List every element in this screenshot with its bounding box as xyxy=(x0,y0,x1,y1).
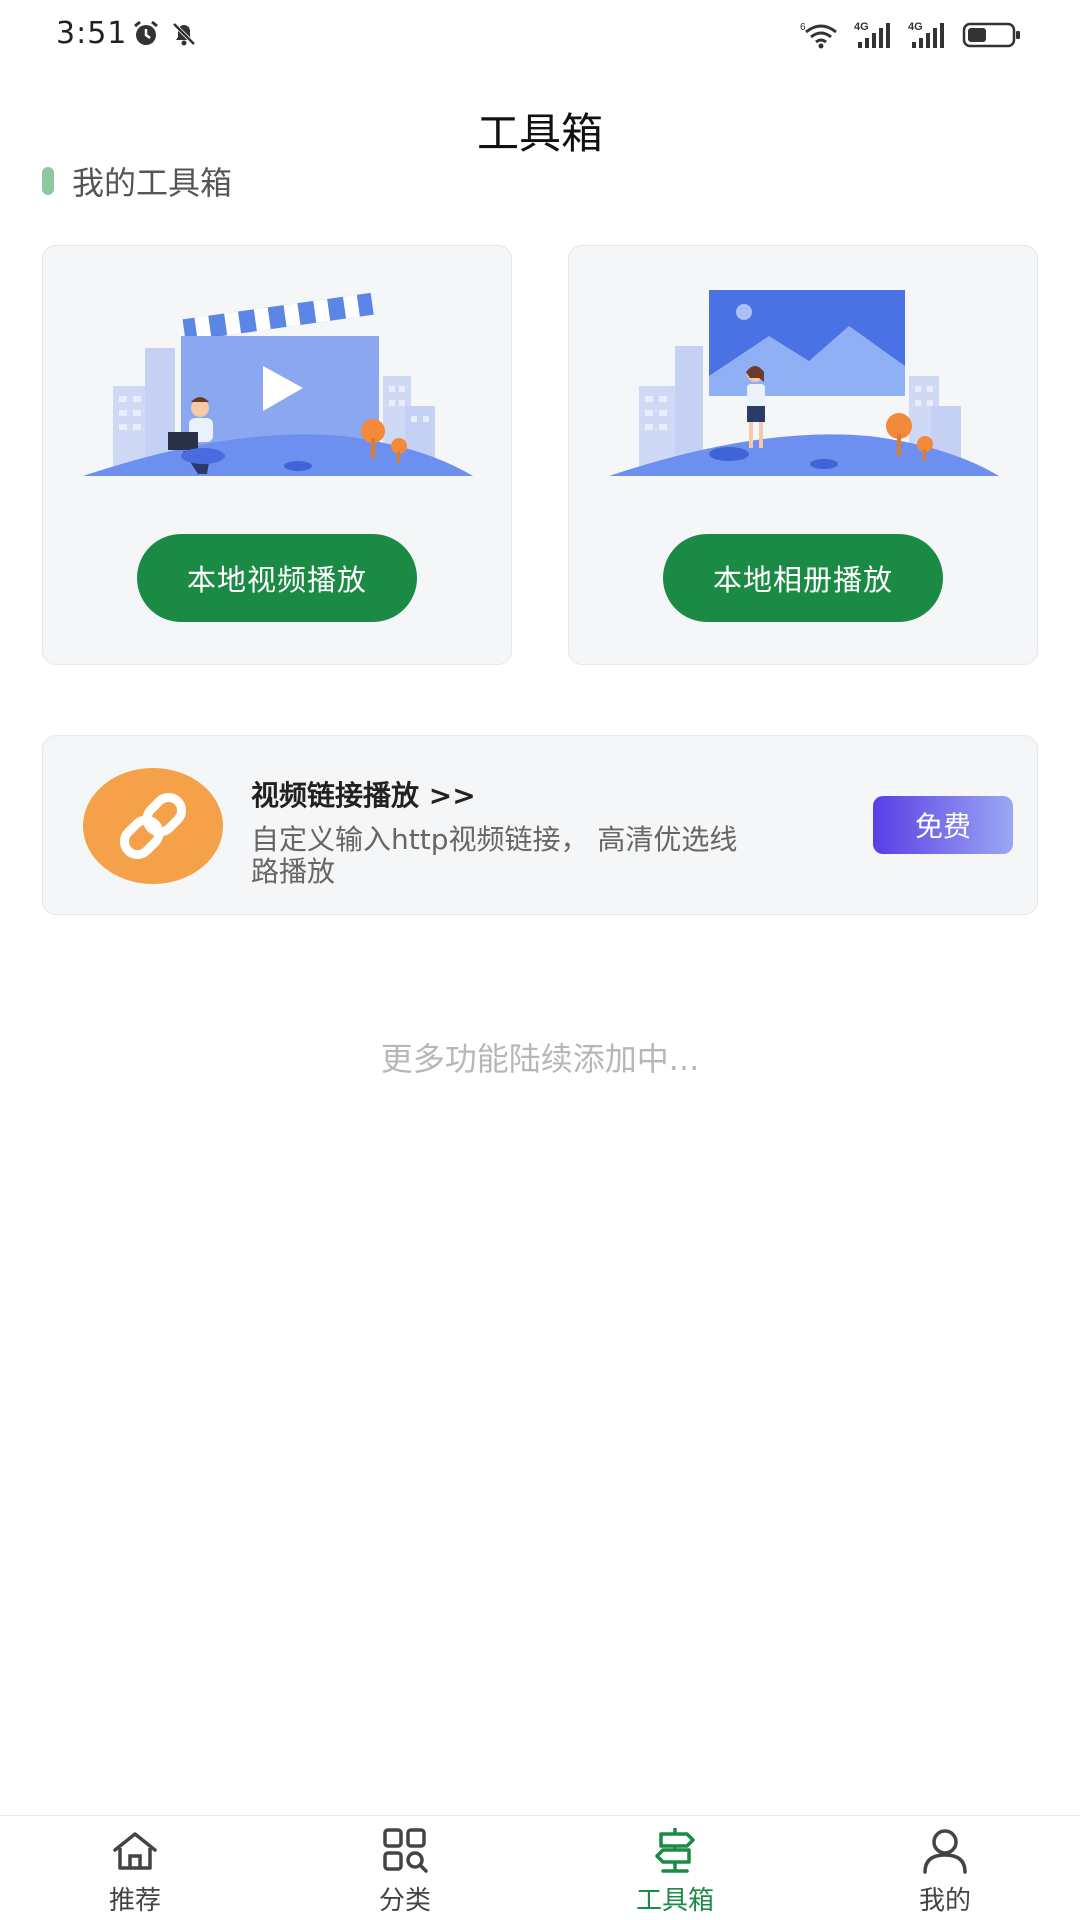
page-title: 工具箱 xyxy=(476,109,603,158)
more-features-note: 更多功能陆续添加中... xyxy=(380,1040,700,1078)
nav-label: 推荐 xyxy=(108,1886,161,1916)
status-time: 3:51 xyxy=(56,16,128,51)
bottom-nav: 推荐 分类 工具箱 我的 xyxy=(0,1815,1080,1920)
signpost-icon xyxy=(655,1828,695,1873)
nav-label: 工具箱 xyxy=(635,1886,714,1916)
section-accent-bar xyxy=(42,167,54,195)
nav-item-toolbox[interactable]: 工具箱 xyxy=(540,1816,810,1920)
battery-icon xyxy=(962,22,1020,48)
network-label: 4G xyxy=(908,21,923,33)
nav-item-recommend[interactable]: 推荐 xyxy=(0,1816,270,1920)
link-play-title: 视频链接播放 >> xyxy=(251,779,476,812)
video-illustration xyxy=(83,292,473,476)
svg-text:6: 6 xyxy=(800,22,806,33)
bell-off-icon xyxy=(172,22,196,46)
photo-illustration xyxy=(609,290,999,476)
toolbox-page: 3:51 6 4G 4G 工具箱 我的工具箱 本地视频播放 本地相册播放 视频链… xyxy=(0,0,1080,1920)
local-video-button[interactable]: 本地视频播放 xyxy=(137,534,417,622)
signal-4g-icon: 4G xyxy=(908,21,944,48)
local-video-card[interactable]: 本地视频播放 xyxy=(42,245,512,665)
section-title: 我的工具箱 xyxy=(72,164,233,202)
free-badge[interactable]: 免费 xyxy=(873,796,1013,854)
home-icon xyxy=(113,1832,157,1870)
status-bar: 3:51 6 4G 4G xyxy=(0,0,1080,70)
status-right-icons: 6 4G 4G xyxy=(800,20,1022,50)
local-album-button[interactable]: 本地相册播放 xyxy=(663,534,943,622)
link-play-card[interactable]: 视频链接播放 >> 自定义输入http视频链接， 高清优选线路播放 免费 xyxy=(42,735,1038,915)
nav-label: 分类 xyxy=(378,1886,431,1916)
nav-item-category[interactable]: 分类 xyxy=(270,1816,540,1920)
alarm-icon xyxy=(134,20,158,45)
section-heading: 我的工具箱 xyxy=(42,158,232,204)
wifi-icon: 6 xyxy=(800,22,837,49)
link-play-description: 自定义输入http视频链接， 高清优选线路播放 xyxy=(251,823,738,888)
link-icon-badge xyxy=(83,768,223,884)
local-album-card[interactable]: 本地相册播放 xyxy=(568,245,1038,665)
user-icon xyxy=(923,1829,967,1874)
network-label: 4G xyxy=(854,21,869,33)
category-search-icon xyxy=(383,1828,428,1873)
link-icon xyxy=(119,792,187,860)
nav-item-mine[interactable]: 我的 xyxy=(810,1816,1080,1920)
nav-label: 我的 xyxy=(918,1886,971,1916)
signal-4g-icon: 4G xyxy=(854,21,890,48)
status-left-icons xyxy=(132,20,198,48)
